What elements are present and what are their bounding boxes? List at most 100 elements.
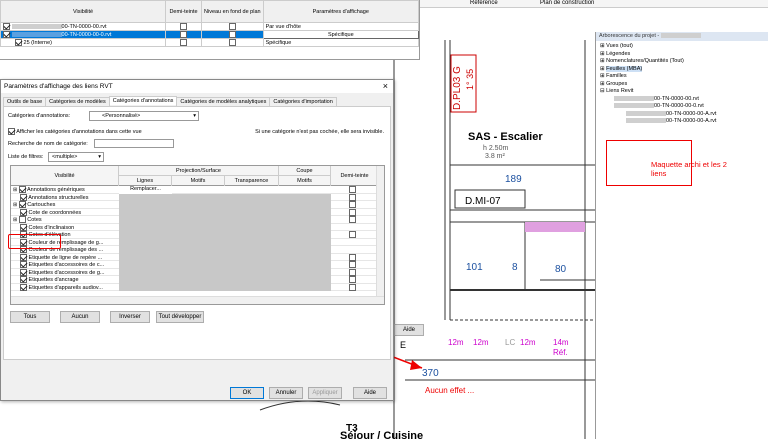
- override-cell[interactable]: [172, 261, 225, 269]
- halftone-cell[interactable]: [349, 261, 361, 269]
- halftone-cell[interactable]: [349, 231, 361, 239]
- override-cell[interactable]: [279, 208, 331, 216]
- category-row[interactable]: Etiquettes d'appareils audiov...: [11, 283, 378, 292]
- category-label[interactable]: Cote de coordonnées: [13, 208, 119, 217]
- invert-button[interactable]: Inverser: [110, 311, 150, 323]
- category-visible-checkbox[interactable]: [20, 208, 27, 216]
- override-cell[interactable]: [119, 246, 172, 254]
- override-cell[interactable]: [172, 201, 225, 209]
- override-cell[interactable]: [119, 216, 172, 224]
- category-visible-checkbox[interactable]: [18, 201, 26, 208]
- category-label[interactable]: ⊞ Cartouches: [13, 201, 119, 209]
- override-cell[interactable]: [225, 186, 279, 194]
- override-cell[interactable]: [279, 231, 331, 239]
- category-visible-checkbox[interactable]: [18, 186, 26, 193]
- tab-import[interactable]: Catégories d'importation: [269, 97, 337, 106]
- override-cell[interactable]: [119, 253, 172, 261]
- override-cell[interactable]: [225, 223, 279, 231]
- link-visible-checkbox[interactable]: [15, 39, 22, 46]
- override-cell[interactable]: [225, 261, 279, 269]
- override-cell[interactable]: [119, 261, 172, 269]
- display-setting[interactable]: Spécifique: [262, 38, 420, 47]
- category-label[interactable]: Etiquette de ligne de repère ...: [13, 253, 119, 262]
- vertical-scrollbar[interactable]: [376, 166, 384, 298]
- tree-item-schedules[interactable]: ⊞ Nomenclatures/Quantités (Tout): [600, 58, 764, 66]
- override-cell[interactable]: [279, 238, 331, 246]
- category-row[interactable]: Etiquettes d'accessoires de c...: [11, 261, 378, 269]
- category-visible-checkbox[interactable]: [20, 261, 27, 268]
- override-cell[interactable]: [279, 246, 331, 254]
- category-row[interactable]: Etiquettes d'accessoires de g...: [11, 268, 378, 276]
- override-cell[interactable]: [119, 268, 172, 276]
- search-input[interactable]: [94, 139, 174, 148]
- override-cell[interactable]: [279, 268, 331, 276]
- tree-item-legends[interactable]: ⊞ Légendes: [600, 51, 764, 59]
- halftone-checkbox[interactable]: [349, 231, 356, 238]
- apply-button[interactable]: Appliquer: [308, 387, 342, 399]
- category-visible-checkbox[interactable]: [20, 253, 27, 261]
- link-visible-checkbox[interactable]: [3, 31, 10, 38]
- halftone-checkbox[interactable]: [180, 23, 187, 30]
- override-cell[interactable]: [119, 201, 172, 209]
- category-visible-checkbox[interactable]: [20, 276, 27, 283]
- category-row[interactable]: ⊞ Cartouches: [11, 201, 378, 209]
- underlay-checkbox[interactable]: [228, 31, 236, 38]
- halftone-cell[interactable]: [349, 216, 361, 224]
- category-row[interactable]: Couleur de remplissage des ...: [11, 246, 378, 254]
- override-cell[interactable]: [225, 201, 279, 209]
- halftone-cell[interactable]: [349, 276, 361, 284]
- all-button[interactable]: Tous: [10, 311, 50, 323]
- override-cell[interactable]: [225, 276, 279, 284]
- category-label[interactable]: ⊞ Cotes: [13, 216, 119, 224]
- override-cell[interactable]: [225, 231, 279, 239]
- override-cell[interactable]: [279, 276, 331, 284]
- category-label[interactable]: Cotes d'inclinaison: [13, 223, 119, 232]
- override-cell[interactable]: [119, 276, 172, 284]
- category-row[interactable]: Etiquette de ligne de repère ...: [11, 253, 378, 262]
- override-cell[interactable]: [225, 246, 279, 254]
- help-button[interactable]: Aide: [353, 387, 387, 399]
- tree-item-sheets[interactable]: ⊞ Feuilles (MBA): [600, 65, 764, 74]
- override-cell[interactable]: [119, 238, 172, 246]
- override-cell[interactable]: [172, 231, 225, 239]
- tab-model-categories[interactable]: Catégories de modèles: [45, 97, 110, 106]
- expand-icon[interactable]: ⊞: [13, 202, 17, 208]
- override-cell[interactable]: [172, 186, 225, 194]
- override-cell[interactable]: [225, 193, 279, 201]
- category-label[interactable]: Etiquettes d'accessoires de c...: [13, 261, 119, 269]
- halftone-cell[interactable]: [349, 224, 361, 232]
- halftone-cell[interactable]: [349, 246, 361, 254]
- halftone-checkbox[interactable]: [349, 276, 356, 283]
- override-cell[interactable]: [225, 238, 279, 246]
- link-row[interactable]: 00-TN-0000-00.rvt Par vue d'hôte: [0, 22, 420, 31]
- category-row[interactable]: ⊞ Cotes: [11, 216, 378, 224]
- link-visible-checkbox[interactable]: [3, 23, 10, 30]
- category-select[interactable]: <Personnalisé> ▾: [89, 111, 199, 121]
- ribbon-plan[interactable]: Plan de construction: [540, 0, 594, 6]
- halftone-cell[interactable]: [349, 239, 361, 247]
- horizontal-scrollbar[interactable]: [11, 296, 384, 304]
- override-cell[interactable]: [279, 283, 331, 291]
- halftone-checkbox[interactable]: [349, 268, 356, 276]
- category-label[interactable]: Etiquettes d'appareils audiov...: [13, 283, 119, 292]
- category-row[interactable]: Etiquettes d'ancrage: [11, 276, 378, 284]
- category-visible-checkbox[interactable]: [20, 223, 27, 231]
- override-cell[interactable]: [172, 238, 225, 246]
- override-cell[interactable]: [172, 276, 225, 284]
- override-cell[interactable]: [279, 216, 331, 224]
- override-cell[interactable]: [279, 261, 331, 269]
- none-button[interactable]: Aucun: [60, 311, 100, 323]
- override-cell[interactable]: [172, 246, 225, 254]
- override-cell[interactable]: [225, 283, 279, 291]
- halftone-checkbox[interactable]: [349, 201, 356, 208]
- override-cell[interactable]: [119, 208, 172, 216]
- link-row[interactable]: 25 (Interne) Spécifique: [0, 38, 420, 47]
- category-visible-checkbox[interactable]: [18, 216, 26, 223]
- link-row-selected[interactable]: 00-TN-0000-00-0.rvt Spécifique: [0, 30, 420, 39]
- halftone-cell[interactable]: [349, 253, 361, 262]
- halftone-checkbox[interactable]: [180, 31, 187, 38]
- override-cell[interactable]: [172, 253, 225, 261]
- filter-select[interactable]: <multiple> ▾: [48, 152, 104, 162]
- override-cell[interactable]: [172, 283, 225, 291]
- tab-base[interactable]: Outils de base: [3, 97, 47, 106]
